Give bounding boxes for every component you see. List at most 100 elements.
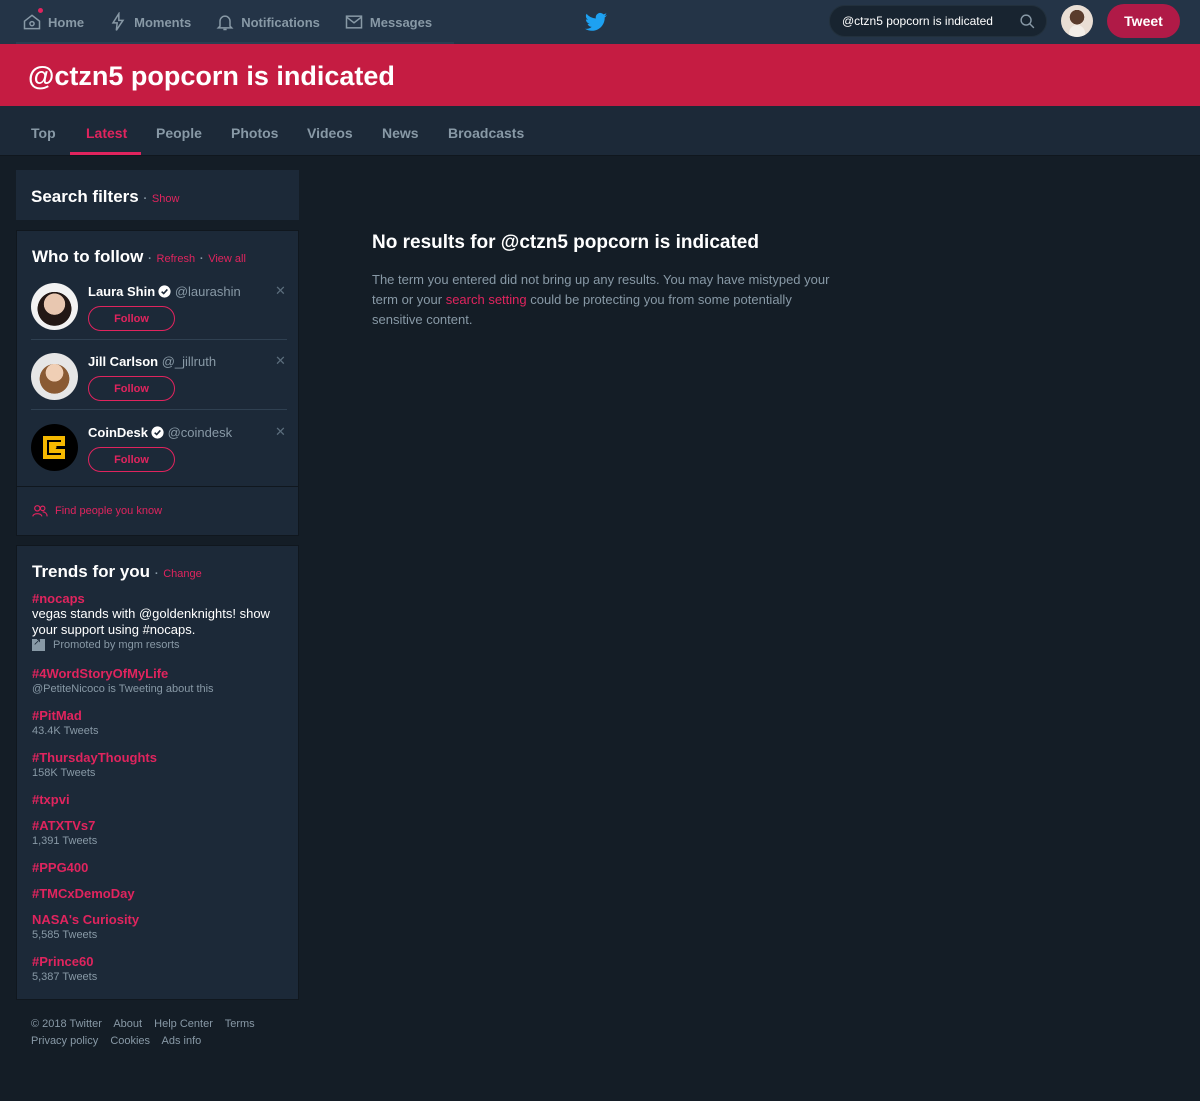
trend-meta: 5,387 Tweets — [32, 971, 98, 983]
tab-videos[interactable]: Videos — [307, 106, 353, 156]
no-results-text: The term you entered did not bring up an… — [372, 270, 832, 330]
search-filters-panel: Search filters · Show — [16, 170, 299, 220]
follow-suggestion: Laura Shin @laurashin Follow ✕ — [31, 281, 287, 347]
search-tabs: Top Latest People Photos Videos News Bro… — [0, 106, 1200, 156]
trends-panel: Trends for you · Change #nocaps vegas st… — [16, 545, 299, 1000]
follow-button[interactable]: Follow — [88, 306, 175, 331]
promoted-line: Promoted by mgm resorts — [32, 637, 290, 651]
promoted-icon — [32, 637, 45, 651]
trend-item[interactable]: #Prince60 5,387 Tweets — [32, 954, 290, 983]
search-setting-link[interactable]: search setting — [446, 292, 527, 307]
find-people-link[interactable]: Find people you know — [32, 504, 162, 518]
trend-meta: @PetiteNicoco is Tweeting about this — [32, 683, 214, 695]
separator: · — [143, 193, 148, 205]
footer-link-terms[interactable]: Terms — [225, 1018, 255, 1030]
nav-home[interactable]: Home — [16, 0, 90, 44]
find-people-label: Find people you know — [55, 505, 163, 517]
trend-item[interactable]: #TMCxDemoDay — [32, 886, 290, 901]
refresh-link[interactable]: Refresh — [157, 253, 196, 265]
search-filters-heading: Search filters · Show — [31, 187, 179, 207]
primary-nav: Home Moments Notifications Messages — [16, 0, 450, 44]
dismiss-icon[interactable]: ✕ — [275, 283, 286, 299]
search-query-banner: @ctzn5 popcorn is indicated — [0, 44, 1200, 106]
lightning-icon — [111, 12, 125, 31]
footer-link-help-center[interactable]: Help Center — [154, 1018, 213, 1030]
tab-photos[interactable]: Photos — [231, 106, 278, 156]
who-to-follow-title: Who to follow — [32, 247, 144, 266]
nav-notifications[interactable]: Notifications — [209, 0, 326, 44]
no-results-message: No results for @ctzn5 popcorn is indicat… — [372, 232, 832, 330]
nav-moments-label: Moments — [134, 14, 192, 30]
tab-people[interactable]: People — [156, 106, 202, 156]
footer-link-privacy[interactable]: Privacy policy — [31, 1035, 98, 1047]
avatar[interactable] — [31, 424, 78, 471]
trends-title: Trends for you — [32, 562, 151, 581]
divider — [31, 409, 287, 410]
tab-latest[interactable]: Latest — [86, 106, 127, 156]
trend-item[interactable]: #PitMad 43.4K Tweets — [32, 708, 290, 737]
tab-broadcasts[interactable]: Broadcasts — [448, 106, 524, 156]
search-icon[interactable] — [1019, 13, 1036, 30]
trends-heading: Trends for you · Change — [32, 562, 202, 582]
nav-moments[interactable]: Moments — [102, 0, 197, 44]
trend-item[interactable]: NASA's Curiosity 5,585 Tweets — [32, 912, 290, 941]
footer-line: Privacy policy Cookies Ads info — [31, 1033, 291, 1050]
trend-item[interactable]: #PPG400 — [32, 860, 290, 875]
separator: · — [199, 253, 204, 265]
verified-badge-icon — [158, 285, 171, 298]
footer-copyright: © 2018 Twitter — [31, 1018, 102, 1030]
nav-notifications-label: Notifications — [241, 14, 320, 30]
avatar[interactable] — [31, 353, 78, 400]
tab-top[interactable]: Top — [31, 106, 56, 156]
dismiss-icon[interactable]: ✕ — [275, 353, 286, 369]
envelope-icon — [345, 15, 363, 29]
profile-avatar[interactable] — [1061, 5, 1093, 37]
nav-messages[interactable]: Messages — [338, 0, 438, 44]
user-name-line[interactable]: Jill Carlson @_jillruth — [88, 354, 216, 369]
promoted-label: Promoted by mgm resorts — [53, 639, 180, 651]
twitter-bird-icon[interactable] — [584, 10, 608, 34]
trend-item[interactable]: #txpvi — [32, 792, 290, 807]
trend-meta: 5,585 Tweets — [32, 929, 98, 941]
who-to-follow-panel: Who to follow · Refresh · View all Laura… — [16, 230, 299, 536]
dismiss-icon[interactable]: ✕ — [275, 424, 286, 440]
trend-meta: 43.4K Tweets — [32, 725, 99, 737]
user-name: Laura Shin — [88, 284, 156, 299]
coindesk-logo-icon — [43, 436, 65, 459]
site-footer: © 2018 Twitter About Help Center Terms P… — [31, 1016, 291, 1050]
tweet-button[interactable]: Tweet — [1107, 4, 1180, 38]
footer-line: © 2018 Twitter About Help Center Terms — [31, 1016, 291, 1033]
search-filters-show-link[interactable]: Show — [152, 193, 180, 205]
follow-suggestion: Jill Carlson @_jillruth Follow ✕ — [31, 351, 287, 417]
trend-item[interactable]: #nocaps vegas stands with @goldenknights… — [32, 591, 290, 651]
nav-home-label: Home — [48, 14, 85, 30]
no-results-heading: No results for @ctzn5 popcorn is indicat… — [372, 232, 759, 253]
trend-name: NASA's Curiosity — [32, 912, 140, 927]
user-name-line[interactable]: CoinDesk @coindesk — [88, 425, 232, 440]
avatar[interactable] — [31, 283, 78, 330]
footer-link-cookies[interactable]: Cookies — [110, 1035, 150, 1047]
follow-suggestion: CoinDesk @coindesk Follow ✕ — [31, 422, 287, 488]
divider — [31, 339, 287, 340]
people-icon — [32, 505, 48, 517]
change-link[interactable]: Change — [163, 568, 202, 580]
trend-item[interactable]: #4WordStoryOfMyLife @PetiteNicoco is Twe… — [32, 666, 290, 695]
active-tab-indicator — [70, 152, 141, 155]
trend-name: #txpvi — [32, 792, 70, 807]
trend-item[interactable]: #ATXTVs7 1,391 Tweets — [32, 818, 290, 847]
search-box — [829, 5, 1047, 37]
follow-button[interactable]: Follow — [88, 447, 175, 472]
page-title: @ctzn5 popcorn is indicated — [28, 61, 395, 91]
trend-name: #PitMad — [32, 708, 82, 723]
footer-link-about[interactable]: About — [113, 1018, 142, 1030]
find-people-section: Find people you know — [17, 486, 298, 535]
user-name-line[interactable]: Laura Shin @laurashin — [88, 284, 241, 299]
top-navigation-bar: Home Moments Notifications Messages Twee… — [0, 0, 1200, 44]
footer-link-ads-info[interactable]: Ads info — [162, 1035, 202, 1047]
tab-news[interactable]: News — [382, 106, 419, 156]
trend-name: #Prince60 — [32, 954, 94, 969]
trend-item[interactable]: #ThursdayThoughts 158K Tweets — [32, 750, 290, 779]
search-input[interactable] — [842, 12, 1014, 30]
view-all-link[interactable]: View all — [208, 253, 246, 265]
follow-button[interactable]: Follow — [88, 376, 175, 401]
